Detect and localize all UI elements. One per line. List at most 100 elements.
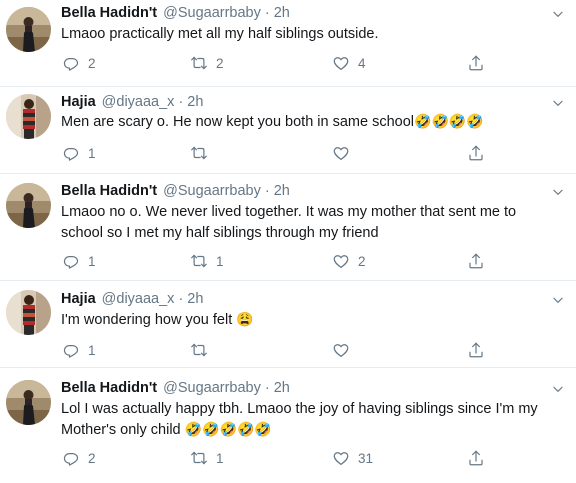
reply-button[interactable]: 2 xyxy=(62,53,96,73)
tweet-text-content: Lol I was actually happy tbh. Lmaoo the … xyxy=(61,401,538,438)
heart-icon xyxy=(332,54,350,72)
share-button[interactable] xyxy=(467,340,485,360)
display-name[interactable]: Hajia xyxy=(61,94,96,110)
reply-count: 2 xyxy=(88,55,96,71)
user-handle[interactable]: @Sugaarrbaby xyxy=(163,183,261,199)
tweet[interactable]: Bella Hadidn't @Sugaarrbaby · 2h Lol I w… xyxy=(0,368,576,483)
timestamp[interactable]: 2h xyxy=(274,183,290,199)
timestamp[interactable]: 2h xyxy=(274,5,290,21)
avatar[interactable] xyxy=(6,290,51,335)
retweet-button[interactable]: 1 xyxy=(190,251,224,271)
share-icon xyxy=(467,252,485,270)
share-button[interactable] xyxy=(467,251,485,271)
chevron-down-icon[interactable] xyxy=(551,382,565,396)
display-name[interactable]: Hajia xyxy=(61,291,96,307)
reply-count: 1 xyxy=(88,145,96,161)
separator-dot: · xyxy=(178,94,184,110)
tweet[interactable]: Hajia @diyaaa_x · 2h I'm wondering how y… xyxy=(0,281,576,368)
timestamp[interactable]: 2h xyxy=(274,380,290,396)
reply-icon xyxy=(62,449,80,467)
avatar[interactable] xyxy=(6,7,51,52)
emoji: 😩 xyxy=(236,311,254,327)
retweet-icon xyxy=(190,341,208,359)
tweet[interactable]: Hajia @diyaaa_x · 2h Men are scary o. He… xyxy=(0,87,576,174)
share-button[interactable] xyxy=(467,143,485,163)
tweet-actions: 1 xyxy=(62,340,492,360)
retweet-count: 1 xyxy=(216,450,224,466)
tweet-text: Lol I was actually happy tbh. Lmaoo the … xyxy=(61,399,551,441)
reply-count: 2 xyxy=(88,450,96,466)
reply-icon xyxy=(62,252,80,270)
retweet-icon xyxy=(190,252,208,270)
chevron-down-icon[interactable] xyxy=(551,7,565,21)
avatar[interactable] xyxy=(6,94,51,139)
share-button[interactable] xyxy=(467,53,485,73)
user-handle[interactable]: @diyaaa_x xyxy=(102,94,175,110)
emoji: 🤣🤣🤣🤣🤣 xyxy=(184,421,272,437)
tweet-header: Bella Hadidn't @Sugaarrbaby · 2h xyxy=(61,3,290,23)
like-count: 31 xyxy=(358,450,374,466)
tweet-text: Lmaoo practically met all my half siblin… xyxy=(61,24,551,45)
tweet-actions: 1 1 2 xyxy=(62,251,492,271)
heart-icon xyxy=(332,144,350,162)
heart-icon xyxy=(332,341,350,359)
display-name[interactable]: Bella Hadidn't xyxy=(61,5,157,21)
like-button[interactable] xyxy=(332,143,358,163)
retweet-button[interactable] xyxy=(190,340,216,360)
timestamp[interactable]: 2h xyxy=(187,94,203,110)
reply-button[interactable]: 1 xyxy=(62,143,96,163)
retweet-button[interactable]: 2 xyxy=(190,53,224,73)
heart-icon xyxy=(332,252,350,270)
tweet[interactable]: Bella Hadidn't @Sugaarrbaby · 2h Lmaoo n… xyxy=(0,174,576,281)
tweet-header: Bella Hadidn't @Sugaarrbaby · 2h xyxy=(61,181,290,201)
retweet-button[interactable] xyxy=(190,143,216,163)
timestamp[interactable]: 2h xyxy=(187,291,203,307)
separator-dot: · xyxy=(264,380,270,396)
share-button[interactable] xyxy=(467,448,485,468)
like-button[interactable] xyxy=(332,340,358,360)
display-name[interactable]: Bella Hadidn't xyxy=(61,380,157,396)
avatar[interactable] xyxy=(6,183,51,228)
user-handle[interactable]: @Sugaarrbaby xyxy=(163,5,261,21)
user-handle[interactable]: @diyaaa_x xyxy=(102,291,175,307)
tweet-actions: 2 1 31 xyxy=(62,448,492,468)
reply-count: 1 xyxy=(88,253,96,269)
retweet-icon xyxy=(190,54,208,72)
tweet-text-content: Lmaoo practically met all my half siblin… xyxy=(61,26,379,42)
tweet-text-content: Lmaoo no o. We never lived together. It … xyxy=(61,204,517,241)
retweet-icon xyxy=(190,144,208,162)
chevron-down-icon[interactable] xyxy=(551,185,565,199)
tweet-header: Hajia @diyaaa_x · 2h xyxy=(61,92,203,112)
like-button[interactable]: 4 xyxy=(332,53,366,73)
like-count: 4 xyxy=(358,55,366,71)
reply-button[interactable]: 1 xyxy=(62,340,96,360)
tweet[interactable]: Bella Hadidn't @Sugaarrbaby · 2h Lmaoo p… xyxy=(0,0,576,87)
tweet-header: Bella Hadidn't @Sugaarrbaby · 2h xyxy=(61,378,290,398)
tweet-text-content: I'm wondering how you felt xyxy=(61,312,237,328)
tweet-actions: 2 2 4 xyxy=(62,53,492,73)
reply-icon xyxy=(62,144,80,162)
retweet-count: 1 xyxy=(216,253,224,269)
like-button[interactable]: 31 xyxy=(332,448,373,468)
reply-button[interactable]: 2 xyxy=(62,448,96,468)
tweet-actions: 1 xyxy=(62,143,492,163)
tweet-text: Lmaoo no o. We never lived together. It … xyxy=(61,202,551,244)
display-name[interactable]: Bella Hadidn't xyxy=(61,183,157,199)
emoji: 🤣🤣🤣🤣 xyxy=(414,113,484,129)
tweet-header: Hajia @diyaaa_x · 2h xyxy=(61,289,203,309)
retweet-icon xyxy=(190,449,208,467)
reply-icon xyxy=(62,54,80,72)
reply-icon xyxy=(62,341,80,359)
avatar[interactable] xyxy=(6,380,51,425)
like-count: 2 xyxy=(358,253,366,269)
separator-dot: · xyxy=(264,5,270,21)
separator-dot: · xyxy=(178,291,184,307)
user-handle[interactable]: @Sugaarrbaby xyxy=(163,380,261,396)
share-icon xyxy=(467,144,485,162)
chevron-down-icon[interactable] xyxy=(551,293,565,307)
share-icon xyxy=(467,54,485,72)
chevron-down-icon[interactable] xyxy=(551,96,565,110)
retweet-button[interactable]: 1 xyxy=(190,448,224,468)
reply-button[interactable]: 1 xyxy=(62,251,96,271)
like-button[interactable]: 2 xyxy=(332,251,366,271)
